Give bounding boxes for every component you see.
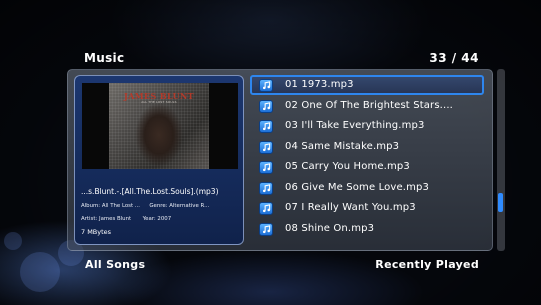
artist-value: James Blunt	[98, 216, 132, 222]
item-counter: 33 / 44	[429, 51, 479, 65]
music-file-icon	[259, 202, 273, 215]
all-songs-button[interactable]: All Songs	[85, 258, 145, 271]
year-label: Year:	[142, 216, 156, 222]
track-label: 07 I Really Want You.mp3	[285, 202, 416, 213]
background-bokeh	[4, 232, 22, 250]
file-name: ...s.Blunt.-.[All.The.Lost.Souls].(mp3)	[81, 187, 219, 196]
track-row[interactable]: 04 Same Mistake.mp3	[250, 137, 486, 158]
scrollbar[interactable]	[497, 69, 505, 251]
track-row[interactable]: 07 I Really Want You.mp3	[250, 198, 486, 219]
track-row[interactable]: 06 Give Me Some Love.mp3	[250, 178, 486, 199]
music-file-icon	[259, 79, 273, 92]
track-label: 05 Carry You Home.mp3	[285, 161, 410, 172]
track-label: 08 Shine On.mp3	[285, 222, 375, 234]
track-list: 01 1973.mp3 02 One Of The Brightest Star…	[250, 75, 486, 239]
artist-year-line: Artist: James Blunt Year: 2007	[81, 216, 241, 222]
album-cover-art: JAMES BLUNT ALL THE LOST SOULS	[109, 83, 209, 169]
track-label: 01 1973.mp3	[285, 79, 354, 90]
track-label: 03 I'll Take Everything.mp3	[285, 120, 425, 131]
scrollbar-thumb[interactable]	[498, 193, 503, 212]
track-row[interactable]: 02 One Of The Brightest Stars....	[250, 96, 486, 117]
track-label: 02 One Of The Brightest Stars....	[285, 99, 453, 111]
now-playing-card: JAMES BLUNT ALL THE LOST SOULS ...s.Blun…	[74, 75, 244, 245]
music-file-icon	[259, 99, 273, 113]
file-size: 7 MBytes	[81, 228, 112, 236]
track-row[interactable]: 08 Shine On.mp3	[250, 219, 486, 240]
album-genre-line: Album: All The Lost ... Genre: Alternati…	[81, 203, 241, 209]
track-label: 06 Give Me Some Love.mp3	[285, 181, 429, 193]
music-file-icon	[259, 140, 273, 154]
background-bokeh	[20, 252, 60, 292]
album-label: Album:	[81, 203, 101, 209]
album-value: All The Lost ...	[101, 203, 140, 209]
track-row[interactable]: 01 1973.mp3	[250, 75, 486, 96]
artist-label: Artist:	[81, 216, 98, 222]
music-file-icon	[259, 120, 273, 133]
genre-value: Alternative R...	[169, 203, 210, 209]
music-file-icon	[259, 181, 273, 195]
page-title: Music	[84, 51, 125, 65]
music-file-icon	[259, 222, 273, 236]
recently-played-button[interactable]: Recently Played	[375, 258, 479, 271]
album-cover: JAMES BLUNT ALL THE LOST SOULS	[82, 83, 238, 169]
track-row[interactable]: 03 I'll Take Everything.mp3	[250, 116, 486, 137]
track-label: 04 Same Mistake.mp3	[285, 140, 400, 152]
year-value: 2007	[157, 216, 172, 222]
cover-album-text: ALL THE LOST SOULS	[141, 100, 177, 104]
genre-label: Genre:	[149, 203, 168, 209]
track-row[interactable]: 05 Carry You Home.mp3	[250, 157, 486, 178]
music-file-icon	[259, 161, 273, 174]
